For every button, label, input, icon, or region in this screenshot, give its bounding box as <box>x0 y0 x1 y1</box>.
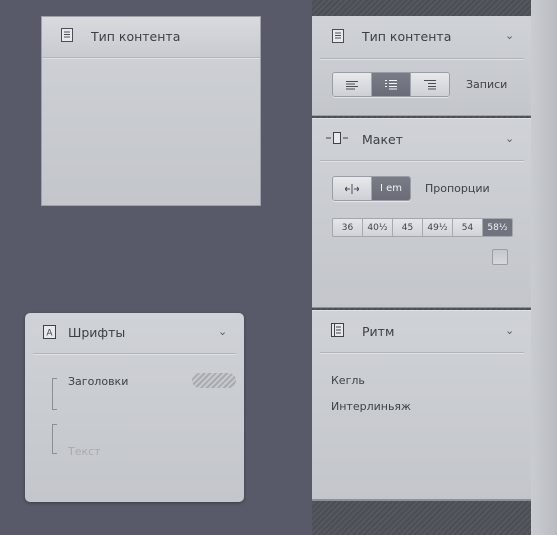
rhythm-icon <box>331 323 344 337</box>
rhythm-panel-bottom <box>312 499 531 501</box>
align-left-button[interactable] <box>333 73 372 96</box>
headings-label[interactable]: Заголовки <box>68 375 128 388</box>
text-label[interactable]: Текст <box>68 445 101 458</box>
indent-button[interactable] <box>411 73 449 96</box>
size-option[interactable]: 36 <box>333 219 363 236</box>
layout-checkbox[interactable] <box>492 249 508 265</box>
text-bracket <box>52 424 57 454</box>
chevron-down-icon[interactable]: ⌄ <box>505 29 514 42</box>
fit-width-button[interactable] <box>333 177 372 200</box>
chevron-down-icon[interactable]: ⌄ <box>505 132 514 145</box>
align-left-icon <box>346 80 358 89</box>
resize-horizontal-icon <box>345 183 359 194</box>
layout-panel: Макет ⌄ I em Пропорции 36 40½ 45 49½ 54 … <box>312 118 531 308</box>
size-option[interactable]: 45 <box>393 219 423 236</box>
chevron-down-icon[interactable]: ⌄ <box>505 324 514 337</box>
divider <box>320 160 524 161</box>
list-button[interactable] <box>372 73 411 96</box>
em-button-label: I em <box>379 183 403 194</box>
panel-title: Тип контента <box>91 29 181 44</box>
content-type-panel-left: Тип контента <box>41 16 261 206</box>
panel-title: Ритм <box>362 324 395 339</box>
chevron-down-icon[interactable]: ⌄ <box>218 325 227 338</box>
divider <box>320 58 524 59</box>
list-icon <box>385 80 397 90</box>
document-icon <box>332 29 344 43</box>
headings-font-sample[interactable] <box>192 373 236 388</box>
unit-segmented: I em <box>332 176 411 201</box>
document-icon <box>61 28 73 42</box>
rhythm-panel: Ритм ⌄ Кегль Интерлиньяж <box>312 310 531 500</box>
size-picker: 36 40½ 45 49½ 54 58½ <box>332 218 513 237</box>
size-option[interactable]: 40½ <box>363 219 393 236</box>
size-option[interactable]: 54 <box>453 219 483 236</box>
content-type-panel-right: Тип контента ⌄ Записи <box>312 16 531 116</box>
font-size-label: Кегль <box>331 374 365 387</box>
divider <box>42 57 260 58</box>
font-icon: A <box>43 325 56 339</box>
size-option-selected[interactable]: 58½ <box>483 219 512 236</box>
panel-title: Тип контента <box>362 29 452 44</box>
mode-label: Записи <box>466 78 508 91</box>
size-option[interactable]: 49½ <box>423 219 453 236</box>
divider <box>320 352 524 353</box>
fonts-panel: A Шрифты ⌄ Заголовки Текст <box>25 313 244 502</box>
line-height-label: Интерлиньяж <box>331 400 411 413</box>
panel-title: Шрифты <box>68 325 126 340</box>
panel-title: Макет <box>362 132 403 147</box>
svg-text:A: A <box>46 329 53 339</box>
proportions-label: Пропорции <box>425 182 490 195</box>
em-button[interactable]: I em <box>372 177 410 200</box>
indent-icon <box>424 80 436 90</box>
layout-icon <box>326 132 348 144</box>
headings-bracket <box>52 378 57 410</box>
divider <box>33 353 236 354</box>
right-edge-strip <box>531 0 557 535</box>
content-mode-segmented <box>332 72 450 97</box>
